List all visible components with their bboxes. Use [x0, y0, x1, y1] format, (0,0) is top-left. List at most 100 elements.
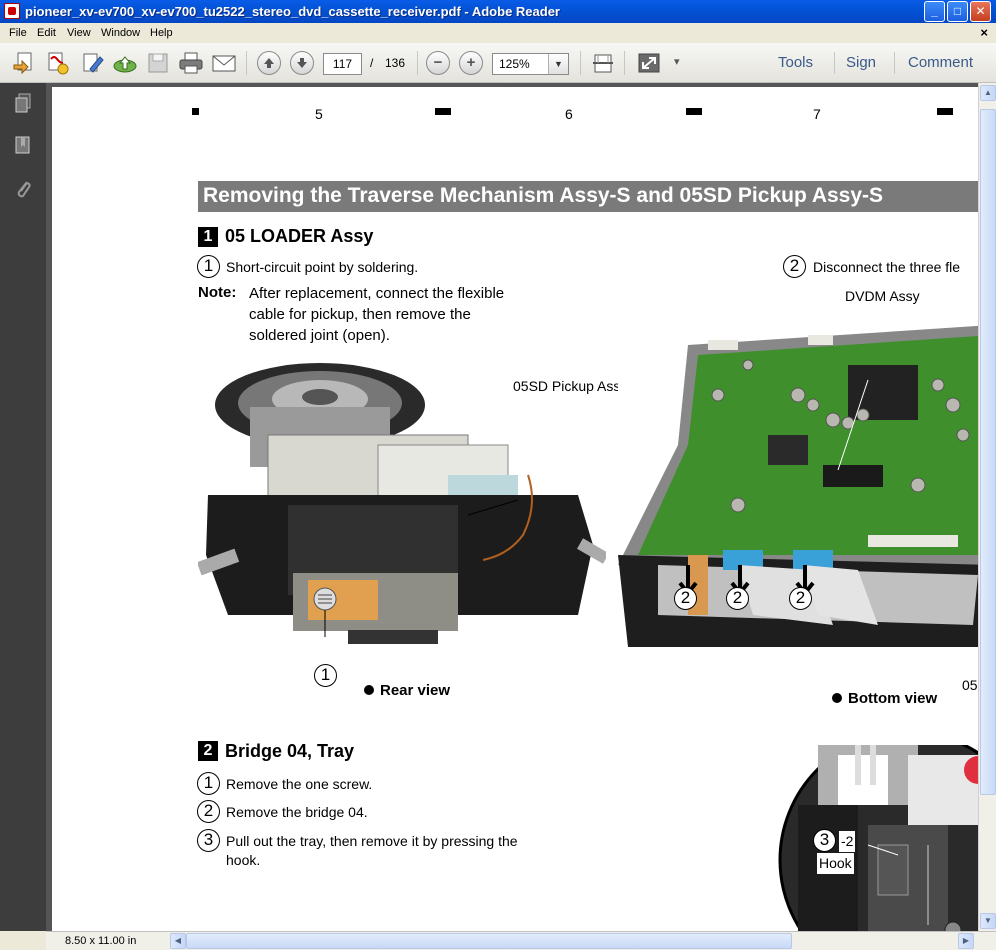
zoom-value: 125% [499, 57, 530, 71]
attachments-paperclip-icon[interactable] [13, 178, 33, 200]
scroll-right-button[interactable]: ▶ [958, 933, 974, 949]
page-number-input[interactable]: 117 [323, 53, 362, 75]
circled-callout: 3 [813, 829, 836, 852]
callout-suffix: -2 [839, 831, 856, 852]
tray-hook-photo [778, 745, 978, 931]
menu-edit[interactable]: Edit [37, 27, 56, 39]
bookmarks-panel-icon[interactable] [13, 135, 33, 157]
circled-number: 2 [783, 255, 806, 278]
maximize-button[interactable]: □ [947, 1, 968, 22]
note-text: cable for pickup, then remove the [249, 306, 471, 323]
menu-bar: File Edit View Window Help × [0, 23, 996, 43]
print-icon[interactable] [178, 51, 204, 75]
view-caption: Bottom view [832, 690, 937, 707]
instruction-text: Remove the bridge 04. [226, 804, 368, 820]
navigation-pane [0, 83, 46, 931]
menu-window[interactable]: Window [101, 27, 140, 39]
instruction-text: hook. [226, 852, 261, 868]
hook-label: Hook [817, 853, 854, 874]
toolbar-separator [246, 51, 247, 75]
title-bar: pioneer_xv-ev700_xv-ev700_tu2522_stereo_… [0, 0, 996, 23]
instruction-text: Pull out the tray, then remove it by pre… [226, 833, 518, 849]
horizontal-scrollbar[interactable]: ◀ ▶ [170, 933, 976, 949]
vertical-scroll-thumb[interactable] [980, 109, 996, 795]
toolbar-separator [834, 52, 835, 74]
step-title: Bridge 04, Tray [225, 741, 355, 761]
toolbar-separator [580, 51, 581, 75]
menu-view[interactable]: View [67, 27, 91, 39]
loader-rear-photo [198, 355, 606, 657]
ruler-mark [686, 108, 702, 115]
circled-number: 1 [197, 255, 220, 278]
note-label: Note: [198, 284, 237, 301]
open-file-icon[interactable] [12, 51, 38, 75]
vertical-scrollbar[interactable]: ▲ ▼ [978, 83, 996, 931]
upload-cloud-icon[interactable] [112, 51, 138, 75]
menu-file[interactable]: File [9, 27, 27, 39]
instruction-text: Remove the one screw. [226, 776, 373, 792]
full-screen-icon[interactable] [636, 51, 662, 75]
step-number-box: 2 [198, 741, 218, 761]
page-size-label: 8.50 x 11.00 in [65, 935, 137, 947]
create-pdf-icon[interactable] [45, 51, 71, 75]
status-bar: 8.50 x 11.00 in ◀ ▶ [46, 931, 996, 950]
chevron-down-icon[interactable]: ▼ [548, 54, 568, 74]
circled-callout: 2 [674, 587, 697, 610]
page-total: 136 [385, 56, 406, 70]
zoom-in-button[interactable]: + [459, 51, 483, 75]
section-heading: Removing the Traverse Mechanism Assy-S a… [198, 181, 978, 212]
step-number-box: 1 [198, 227, 218, 247]
circled-callout: 2 [789, 587, 812, 610]
scroll-up-button[interactable]: ▲ [980, 85, 996, 101]
instruction-text: Short-circuit point by soldering. [226, 259, 419, 275]
ruler-number: 6 [565, 106, 573, 122]
loader-mechanism-image [198, 355, 606, 657]
note-text: soldered joint (open). [249, 327, 390, 344]
image-label: DVDM Assy [845, 288, 920, 304]
instruction-text: Disconnect the three fle [813, 259, 961, 275]
ruler-mark [435, 108, 451, 115]
toolbar: 117 / 136 − + 125% ▼ ▾ Tools Sign Commen… [0, 43, 996, 83]
scroll-left-button[interactable]: ◀ [170, 933, 186, 949]
pdf-page: 5 6 7 Removing the Traverse Mechanism As… [52, 87, 978, 931]
circled-number: 3 [197, 829, 220, 852]
ruler-number: 5 [315, 106, 323, 122]
circled-number: 1 [197, 772, 220, 795]
zoom-select[interactable]: 125% ▼ [492, 53, 569, 75]
comment-link[interactable]: Comment [908, 54, 973, 71]
more-tools-icon[interactable]: ▾ [674, 55, 680, 68]
save-icon[interactable] [145, 51, 171, 75]
fit-page-icon[interactable] [590, 51, 616, 75]
adobe-reader-icon [4, 3, 20, 19]
circled-callout: 2 [726, 587, 749, 610]
edit-pdf-icon[interactable] [80, 51, 106, 75]
toolbar-separator [624, 51, 625, 75]
document-viewport[interactable]: 5 6 7 Removing the Traverse Mechanism As… [46, 83, 978, 931]
ruler-mark [937, 108, 953, 115]
email-icon[interactable] [211, 51, 237, 75]
toolbar-separator [417, 51, 418, 75]
sign-link[interactable]: Sign [846, 54, 876, 71]
pages-panel-icon[interactable] [13, 92, 33, 114]
step-title: 05 LOADER Assy [225, 226, 374, 246]
circled-callout: 1 [314, 664, 337, 687]
arrow-up-icon [264, 58, 274, 68]
zoom-out-button[interactable]: − [426, 51, 450, 75]
tools-link[interactable]: Tools [778, 54, 813, 71]
window-title: pioneer_xv-ev700_xv-ev700_tu2522_stereo_… [25, 4, 560, 19]
menu-help[interactable]: Help [150, 27, 173, 39]
page-separator: / [370, 56, 374, 70]
arrow-down-icon [297, 58, 307, 68]
scroll-down-button[interactable]: ▼ [980, 913, 996, 929]
circled-number: 2 [197, 800, 220, 823]
previous-page-button[interactable] [257, 51, 281, 75]
view-caption: Rear view [364, 682, 450, 699]
ruler-number: 7 [813, 106, 821, 122]
ruler-mark [192, 108, 199, 115]
image-label-partial: 05 [962, 677, 978, 693]
next-page-button[interactable] [290, 51, 314, 75]
minimize-button[interactable]: _ [924, 1, 945, 22]
close-button[interactable]: ✕ [970, 1, 991, 22]
horizontal-scroll-thumb[interactable] [186, 933, 792, 949]
close-document-icon[interactable]: × [980, 25, 988, 40]
